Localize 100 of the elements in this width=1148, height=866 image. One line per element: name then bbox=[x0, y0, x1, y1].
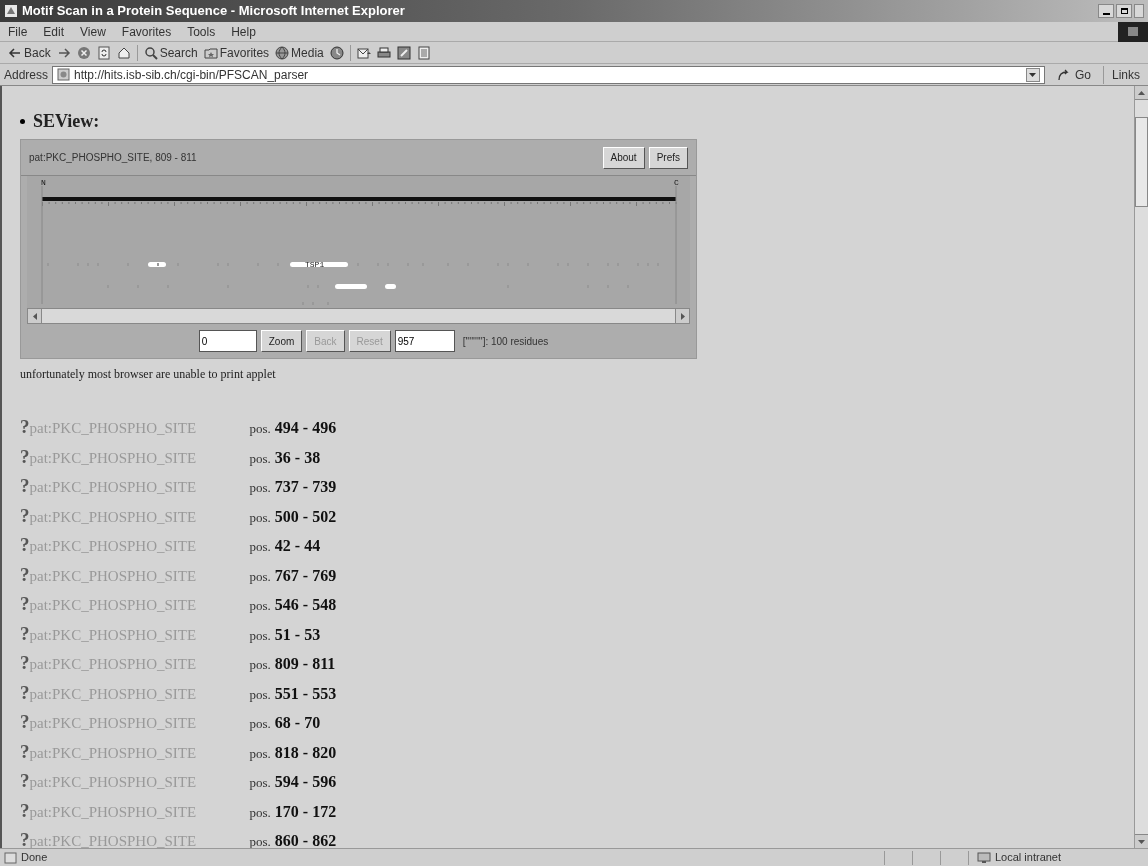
scale-note: [''''''''']: 100 residues bbox=[462, 334, 549, 349]
applet-button[interactable]: Prefs bbox=[648, 146, 688, 169]
restore-button[interactable] bbox=[1116, 4, 1132, 18]
vertical-scrollbar[interactable] bbox=[1134, 86, 1148, 848]
windows-logo-icon bbox=[1118, 21, 1148, 42]
down-arrow-icon bbox=[1138, 839, 1145, 844]
toolbar-button[interactable]: Search bbox=[143, 43, 198, 62]
up-arrow-icon bbox=[1138, 90, 1145, 95]
menu-item[interactable]: Help bbox=[231, 22, 256, 41]
address-field[interactable]: http://hits.isb-sib.ch/cgi-bin/PFSCAN_parser bbox=[52, 65, 1045, 84]
scroll-down-button[interactable] bbox=[1135, 834, 1148, 848]
dropdown-button[interactable] bbox=[1025, 67, 1040, 82]
position-range: 860 - 862 bbox=[274, 831, 337, 848]
position-label: pos. bbox=[249, 538, 271, 556]
position-label: pos. bbox=[249, 803, 271, 822]
position-range: 170 - 172 bbox=[274, 801, 337, 822]
edit-icon[interactable] bbox=[396, 45, 411, 60]
help-icon[interactable]: ? bbox=[20, 737, 30, 766]
feature-label: TSP1 bbox=[305, 260, 325, 269]
address-label: Address bbox=[4, 66, 49, 84]
browser-icon bbox=[4, 4, 18, 18]
horizontal-scrollbar[interactable] bbox=[27, 308, 690, 324]
toolbar-button[interactable]: Media bbox=[275, 43, 324, 62]
go-arrow-icon bbox=[1056, 68, 1071, 81]
position-range: 500 - 502 bbox=[274, 506, 337, 527]
applet-button[interactable]: Zoom bbox=[260, 330, 303, 352]
help-icon[interactable]: ? bbox=[20, 413, 30, 442]
position-label: pos. bbox=[249, 449, 271, 468]
end-field[interactable]: 957 bbox=[394, 330, 455, 352]
section-heading: SEView: bbox=[33, 110, 100, 133]
help-icon[interactable]: ? bbox=[20, 649, 30, 678]
position-range: 818 - 820 bbox=[274, 742, 337, 763]
menu-item[interactable]: View bbox=[80, 22, 106, 41]
stop-icon[interactable] bbox=[76, 45, 91, 60]
help-icon[interactable]: ? bbox=[20, 796, 30, 825]
position-label: pos. bbox=[249, 597, 271, 615]
note-text: unfortunately most browser are unable to print applet bbox=[20, 366, 277, 383]
position-range: 51 - 53 bbox=[274, 624, 321, 645]
document-icon[interactable] bbox=[416, 45, 431, 60]
page-icon bbox=[57, 68, 71, 81]
start-field[interactable]: 0 bbox=[198, 330, 257, 352]
help-icon[interactable]: ? bbox=[20, 590, 30, 619]
refresh-icon[interactable] bbox=[96, 45, 111, 60]
forward-arrow-icon[interactable] bbox=[56, 45, 71, 60]
scroll-thumb[interactable] bbox=[1135, 117, 1148, 207]
applet-title: pat:PKC_PHOSPHO_SITE, 809 - 811 bbox=[29, 151, 198, 165]
minimize-button[interactable] bbox=[1098, 4, 1114, 18]
page-icon bbox=[4, 851, 17, 864]
folder-icon bbox=[203, 45, 218, 60]
position-range: 494 - 496 bbox=[274, 418, 337, 438]
position-label: pos. bbox=[249, 744, 271, 763]
menu-item[interactable]: Favorites bbox=[121, 22, 172, 41]
position-label: pos. bbox=[249, 626, 271, 645]
mail-icon[interactable] bbox=[356, 45, 371, 60]
scroll-left-button[interactable] bbox=[28, 309, 42, 323]
help-icon[interactable]: ? bbox=[20, 531, 30, 560]
clock-icon[interactable] bbox=[329, 45, 344, 60]
help-icon[interactable]: ? bbox=[20, 767, 30, 796]
menu-item[interactable]: Edit bbox=[43, 22, 65, 41]
scroll-up-button[interactable] bbox=[1135, 86, 1148, 100]
intranet-icon bbox=[977, 851, 991, 864]
menu-item[interactable]: Tools bbox=[187, 22, 216, 41]
home-icon[interactable] bbox=[116, 45, 131, 60]
position-range: 36 - 38 bbox=[274, 447, 321, 468]
position-label: pos. bbox=[249, 420, 271, 438]
position-range: 68 - 70 bbox=[274, 713, 321, 733]
help-icon[interactable]: ? bbox=[20, 619, 30, 648]
printer-icon[interactable] bbox=[376, 45, 391, 60]
search-icon bbox=[143, 45, 158, 60]
help-icon[interactable]: ? bbox=[20, 708, 30, 737]
position-range: 809 - 811 bbox=[274, 654, 336, 674]
back-arrow-icon bbox=[8, 45, 22, 60]
menu-item[interactable]: File bbox=[8, 22, 28, 41]
globe-icon bbox=[275, 45, 290, 60]
window-title: Motif Scan in a Protein Sequence - Microsoft Internet Explorer bbox=[22, 2, 406, 21]
position-label: pos. bbox=[249, 567, 271, 586]
toolbar-button[interactable]: Favorites bbox=[203, 43, 270, 62]
help-icon[interactable]: ? bbox=[20, 442, 30, 471]
help-icon[interactable]: ? bbox=[20, 678, 30, 707]
applet-button[interactable]: About bbox=[602, 146, 645, 169]
position-label: pos. bbox=[249, 656, 271, 674]
right-arrow-icon bbox=[680, 312, 685, 320]
help-icon[interactable]: ? bbox=[20, 826, 30, 848]
position-label: pos. bbox=[249, 508, 271, 527]
help-icon[interactable]: ? bbox=[20, 472, 30, 501]
scroll-right-button[interactable] bbox=[675, 309, 689, 323]
help-icon[interactable]: ? bbox=[20, 501, 30, 530]
position-range: 767 - 769 bbox=[274, 565, 337, 586]
position-label: pos. bbox=[249, 479, 271, 497]
bullet-icon bbox=[20, 119, 25, 124]
help-icon[interactable]: ? bbox=[20, 560, 30, 589]
position-range: 551 - 553 bbox=[274, 683, 337, 704]
position-range: 737 - 739 bbox=[274, 477, 337, 497]
position-label: pos. bbox=[249, 715, 271, 733]
zone-label: Local intranet bbox=[995, 850, 1062, 866]
toolbar-button[interactable]: Back bbox=[8, 43, 51, 62]
go-button[interactable]: Go bbox=[1048, 65, 1099, 84]
left-arrow-icon bbox=[32, 312, 37, 320]
links-button[interactable]: Links bbox=[1103, 65, 1144, 84]
position-range: 42 - 44 bbox=[274, 536, 321, 556]
